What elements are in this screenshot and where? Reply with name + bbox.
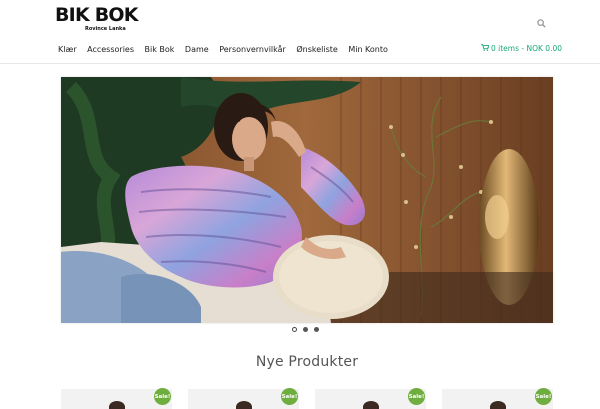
cart-icon <box>481 43 491 55</box>
site-header: BIK BOK Rovince Lanka Klær Accessories B… <box>0 0 600 64</box>
product-thumbnail <box>490 401 506 409</box>
brand-tagline: Rovince Lanka <box>85 26 126 32</box>
hero-image <box>61 77 553 323</box>
nav-item-onskeliste[interactable]: Ønskeliste <box>296 44 337 58</box>
main-nav: Klær Accessories Bik Bok Dame Personvern… <box>58 44 398 58</box>
nav-item-personvernvilkar[interactable]: Personvernvilkår <box>219 44 286 58</box>
sale-badge: Sale! <box>535 388 552 405</box>
cart-summary: 0 items - NOK 0.00 <box>491 44 562 53</box>
nav-item-accessories[interactable]: Accessories <box>87 44 134 58</box>
brand-name: BIK BOK <box>55 4 138 26</box>
slider-pagination <box>292 327 325 332</box>
nav-item-klaer[interactable]: Klær <box>58 44 77 58</box>
nav-item-bik-bok[interactable]: Bik Bok <box>145 44 175 58</box>
slide-dot-3[interactable] <box>314 327 319 332</box>
section-title-new-products: Nye Produkter <box>255 354 359 370</box>
sale-badge: Sale! <box>408 388 425 405</box>
nav-item-min-konto[interactable]: Min Konto <box>348 44 388 58</box>
slide-dot-2[interactable] <box>303 327 308 332</box>
search-icon[interactable] <box>537 13 549 28</box>
hero-slider[interactable] <box>61 77 553 323</box>
sale-badge: Sale! <box>154 388 171 405</box>
product-thumbnail <box>236 401 252 409</box>
nav-item-dame[interactable]: Dame <box>185 44 209 58</box>
product-thumbnail <box>363 401 379 409</box>
cart-link[interactable]: 0 items - NOK 0.00 <box>481 43 562 55</box>
brand-logo[interactable]: BIK BOK Rovince Lanka <box>55 5 140 35</box>
sale-badge: Sale! <box>281 388 298 405</box>
product-thumbnail <box>109 401 125 409</box>
slide-dot-1[interactable] <box>292 327 297 332</box>
